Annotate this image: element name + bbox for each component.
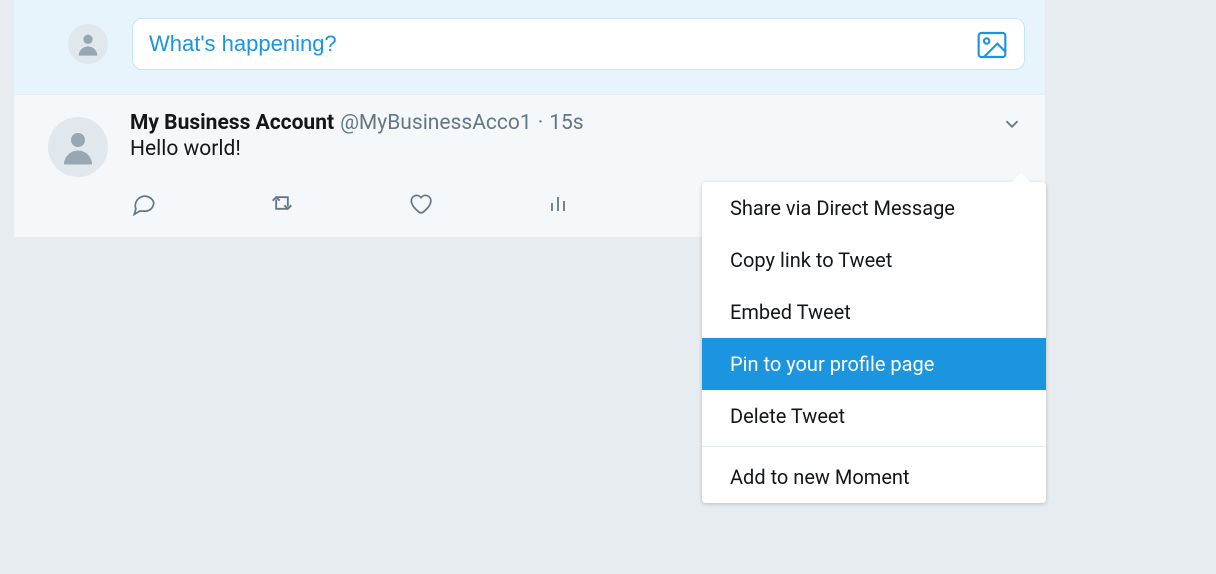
retweet-icon[interactable] [268,189,296,217]
tweet-separator: · [538,111,544,135]
tweet-header: My Business Account @MyBusinessAcco1 · 1… [130,111,1025,135]
tweet-text: Hello world! [130,137,1025,161]
tweet-more-menu: Share via Direct Message Copy link to Tw… [702,182,1046,503]
menu-share-dm[interactable]: Share via Direct Message [702,182,1046,234]
compose-box [14,0,1045,95]
avatar-placeholder-icon [68,24,108,64]
like-icon[interactable] [406,189,434,217]
menu-delete[interactable]: Delete Tweet [702,390,1046,442]
menu-embed[interactable]: Embed Tweet [702,286,1046,338]
reply-icon[interactable] [130,189,158,217]
avatar-placeholder-icon [48,117,108,177]
compose-input[interactable] [149,31,976,57]
tweet-display-name[interactable]: My Business Account [130,111,334,135]
menu-pin[interactable]: Pin to your profile page [702,338,1046,390]
analytics-icon[interactable] [544,189,572,217]
menu-add-moment[interactable]: Add to new Moment [702,451,1046,503]
feed-column: My Business Account @MyBusinessAcco1 · 1… [14,0,1045,237]
tweet-avatar[interactable] [48,117,108,177]
compose-input-wrap[interactable] [132,18,1025,70]
tweet-timestamp[interactable]: 15s [549,111,583,135]
compose-avatar[interactable] [68,24,108,64]
image-icon[interactable] [976,29,1008,59]
menu-copy-link[interactable]: Copy link to Tweet [702,234,1046,286]
tweet-more-button[interactable] [1001,113,1023,139]
tweet-handle[interactable]: @MyBusinessAcco1 [340,111,532,135]
menu-separator [702,446,1046,447]
